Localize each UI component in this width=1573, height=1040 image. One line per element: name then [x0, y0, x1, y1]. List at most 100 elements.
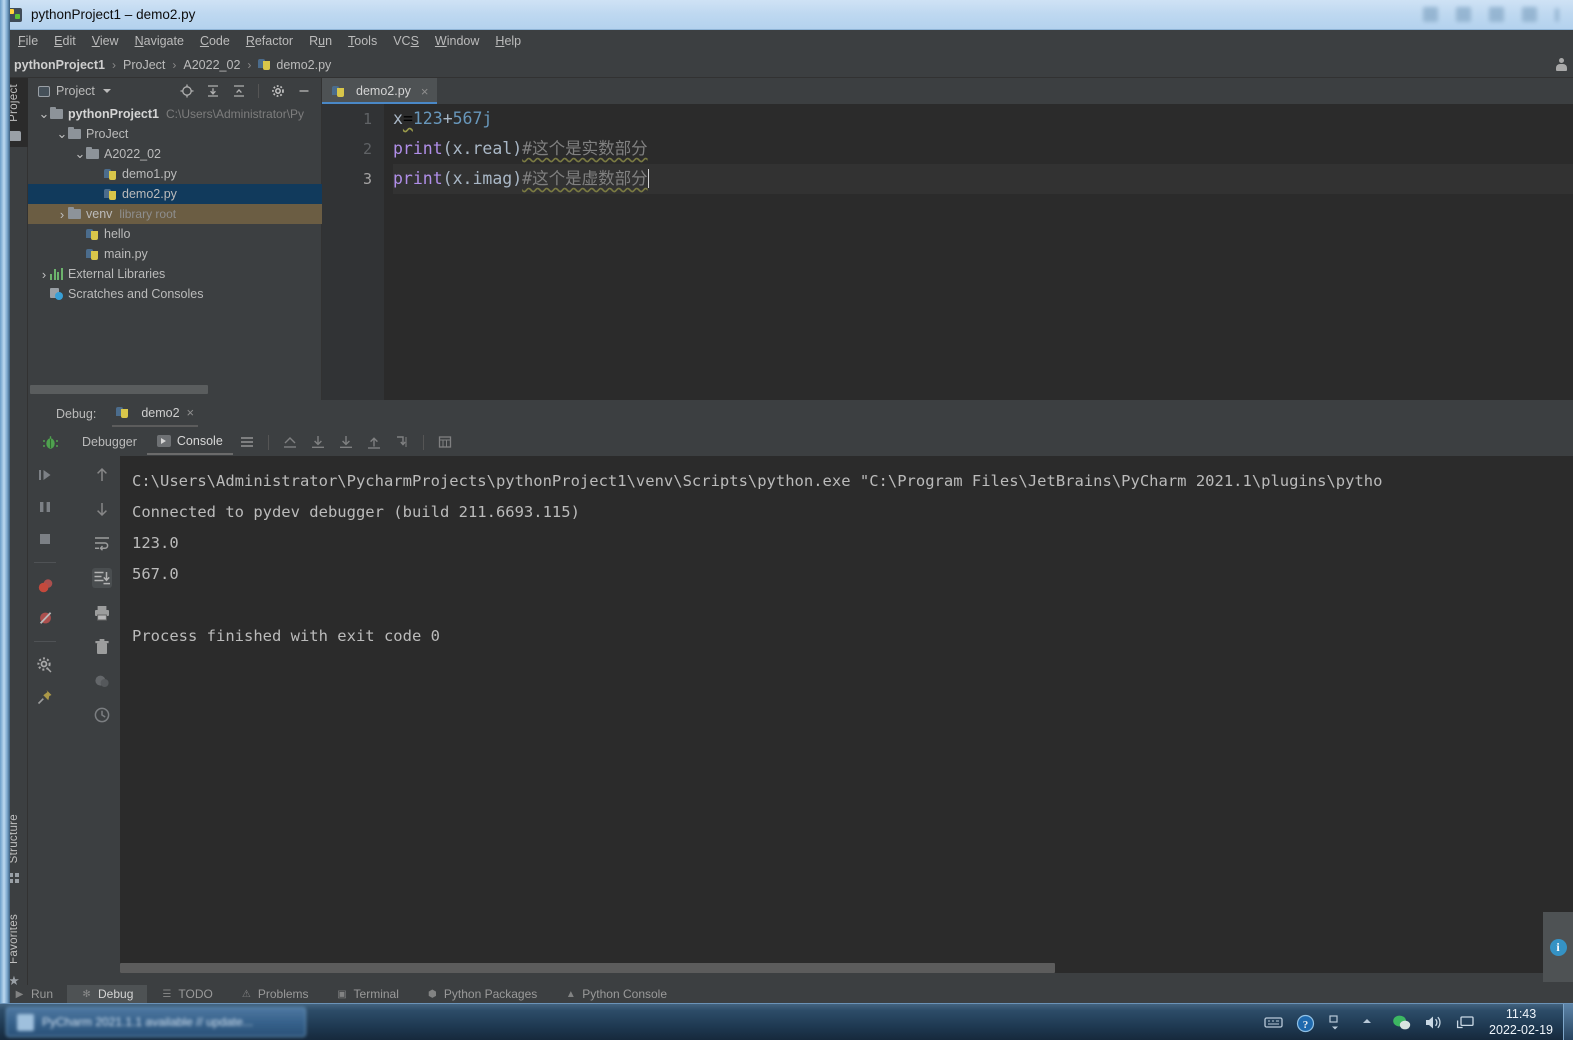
upload-icon[interactable] — [366, 434, 382, 450]
project-tree-hscrollbar[interactable] — [30, 385, 318, 394]
scrollbar-thumb[interactable] — [120, 963, 1055, 973]
project-tree[interactable]: ⌄ pythonProject1 C:\Users\Administrator\Py… — [28, 104, 322, 374]
print-icon[interactable] — [93, 604, 111, 622]
pause-program-icon[interactable] — [36, 498, 54, 516]
show-hidden-icons-icon[interactable] — [1328, 1014, 1347, 1031]
view-breakpoints-icon[interactable] — [36, 577, 54, 595]
menu-navigate[interactable]: Navigate — [127, 32, 192, 50]
down-arrow-icon[interactable] — [93, 500, 111, 518]
menu-code[interactable]: Code — [192, 32, 238, 50]
resume-program-icon[interactable] — [36, 466, 54, 484]
align-list-icon[interactable] — [239, 434, 255, 450]
chevron-right-icon[interactable]: › — [56, 207, 68, 222]
settings-gear-icon[interactable] — [271, 84, 285, 98]
scroll-to-end-icon[interactable] — [310, 434, 326, 450]
stop-icon[interactable] — [36, 530, 54, 548]
toolbar-blurred-icon-5[interactable] — [1555, 7, 1559, 22]
editor-code[interactable]: x=123+567j print(x.real)#这个是实数部分 print(x.i… — [384, 104, 1573, 400]
breadcrumb-item-folder2[interactable]: A2022_02 — [183, 58, 240, 72]
line-number[interactable]: 2 — [322, 134, 384, 164]
settings-gear-icon[interactable] — [36, 656, 54, 674]
chevron-down-icon[interactable]: ⌄ — [74, 147, 86, 160]
scrollbar-thumb[interactable] — [30, 385, 208, 394]
table-view-icon[interactable] — [437, 434, 453, 450]
expand-all-icon[interactable] — [206, 84, 220, 98]
mute-breakpoints-icon[interactable] — [36, 609, 54, 627]
tree-row-a2022-02[interactable]: ⌄ A2022_02 — [28, 144, 322, 164]
chevron-down-icon[interactable]: ⌄ — [38, 107, 50, 120]
code-line[interactable]: print(x.real)#这个是实数部分 — [393, 134, 1573, 164]
tree-row-project[interactable]: ⌄ ProJect — [28, 124, 322, 144]
menu-window[interactable]: Window — [427, 32, 487, 50]
menu-run[interactable]: Run — [301, 32, 340, 50]
download-icon[interactable] — [338, 434, 354, 450]
toolbar-blurred-icon-3[interactable] — [1489, 7, 1504, 22]
bottom-tab-terminal[interactable]: ▣ Terminal — [323, 985, 413, 1003]
code-line[interactable]: print(x.imag)#这个是虚数部分 — [393, 164, 1573, 194]
keyboard-icon[interactable] — [1264, 1014, 1283, 1031]
tab-console[interactable]: Console — [146, 430, 233, 455]
chevron-down-icon[interactable] — [102, 89, 111, 93]
breadcrumb-item-folder1[interactable]: ProJect — [123, 58, 165, 72]
network-icon[interactable] — [1456, 1014, 1475, 1031]
show-desktop-button[interactable] — [1563, 1003, 1573, 1040]
bottom-tab-python-console[interactable]: ▲ Python Console — [551, 985, 681, 1003]
chevron-down-icon[interactable]: ⌄ — [56, 127, 68, 140]
tab-debugger[interactable]: Debugger — [72, 431, 147, 454]
user-account-icon[interactable] — [1556, 58, 1567, 71]
pin-tab-icon[interactable] — [36, 688, 54, 706]
jump-to-end-icon[interactable] — [394, 434, 410, 450]
clear-all-icon[interactable] — [93, 672, 111, 690]
menu-view[interactable]: View — [84, 32, 127, 50]
chevron-right-icon[interactable]: › — [38, 267, 50, 282]
menu-file[interactable]: File — [10, 32, 46, 50]
bottom-tab-debug[interactable]: ✻ Debug — [67, 985, 148, 1003]
bottom-tab-run[interactable]: ▶ Run — [0, 985, 67, 1003]
console-output[interactable]: C:\Users\Administrator\PycharmProjects\p… — [120, 456, 1573, 966]
tree-row-demo1-py[interactable]: demo1.py — [28, 164, 322, 184]
volume-icon[interactable] — [1424, 1014, 1443, 1031]
toolbar-blurred-icon-2[interactable] — [1456, 7, 1471, 22]
bottom-tab-python-packages[interactable]: ⬢ Python Packages — [413, 985, 551, 1003]
line-number[interactable]: 3 — [322, 164, 384, 194]
tree-row-demo2-py[interactable]: demo2.py — [28, 184, 322, 204]
close-icon[interactable]: × — [421, 84, 429, 99]
history-icon[interactable] — [93, 706, 111, 724]
toolbar-blurred-icon-4[interactable] — [1522, 7, 1537, 22]
bottom-tab-problems[interactable]: ⚠ Problems — [227, 985, 323, 1003]
tree-row-scratches-and-consoles[interactable]: Scratches and Consoles — [28, 284, 322, 304]
menu-tools[interactable]: Tools — [340, 32, 385, 50]
info-icon[interactable]: i — [1549, 938, 1567, 956]
collapse-all-icon[interactable] — [232, 84, 246, 98]
tree-row-external-libraries[interactable]: › External Libraries — [28, 264, 322, 284]
notification-strip[interactable]: i — [1543, 912, 1573, 982]
breadcrumb-item-file[interactable]: demo2.py — [276, 58, 331, 72]
up-arrow-icon[interactable] — [93, 466, 111, 484]
menu-refactor[interactable]: Refactor — [238, 32, 301, 50]
bottom-tab-todo[interactable]: ☰ TODO — [147, 985, 226, 1003]
menu-help[interactable]: Help — [487, 32, 529, 50]
tree-row-hello[interactable]: hello — [28, 224, 322, 244]
taskbar-window-button[interactable]: PyCharm 2021.1.1 available // update... — [6, 1007, 306, 1037]
toolbar-blurred-icon-1[interactable] — [1423, 7, 1438, 22]
soft-wrap-icon[interactable] — [282, 434, 298, 450]
trash-icon[interactable] — [93, 638, 111, 656]
up-arrow-icon[interactable] — [1360, 1014, 1379, 1031]
help-icon[interactable]: ? — [1296, 1014, 1315, 1032]
taskbar-clock[interactable]: 11:43 2022-02-19 — [1483, 1006, 1563, 1038]
debug-run-config-tab[interactable]: demo2 × — [112, 401, 199, 427]
menu-vcs[interactable]: VCS — [385, 32, 427, 50]
editor-tab-demo2[interactable]: demo2.py × — [322, 78, 437, 104]
close-icon[interactable]: × — [187, 405, 195, 420]
soft-wrap-icon[interactable] — [93, 534, 111, 552]
menu-edit[interactable]: Edit — [46, 32, 84, 50]
tree-row-venv[interactable]: › venv library root — [28, 204, 322, 224]
code-line[interactable]: x=123+567j — [393, 104, 1573, 134]
project-panel-title-group[interactable]: Project — [38, 84, 111, 98]
wechat-icon[interactable] — [1392, 1014, 1411, 1031]
hide-icon[interactable] — [297, 84, 311, 98]
console-hscrollbar[interactable] — [120, 963, 1573, 973]
line-number[interactable]: 1 — [322, 104, 384, 134]
locate-icon[interactable] — [180, 84, 194, 98]
scroll-to-end-icon[interactable] — [92, 568, 112, 588]
